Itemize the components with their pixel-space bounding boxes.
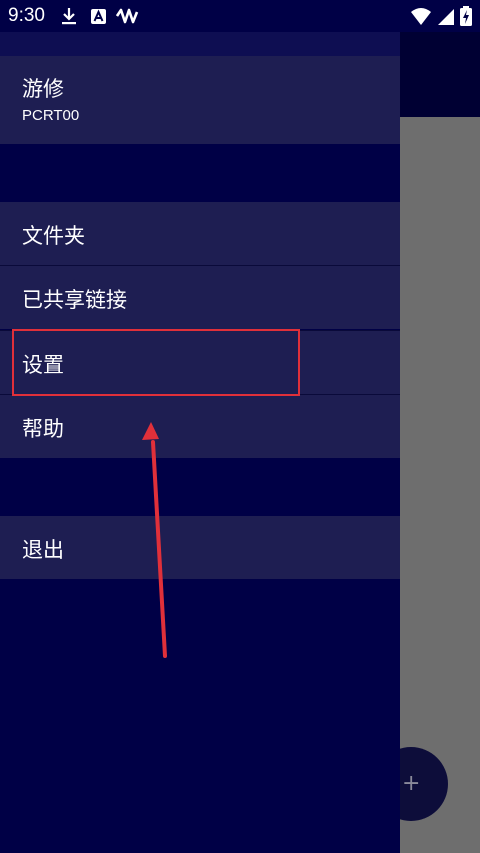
plus-icon: + bbox=[402, 771, 421, 796]
navigation-drawer: 游修 PCRT00 文件夹 已共享链接 设置 帮助 退出 bbox=[0, 32, 400, 853]
app-toolbar bbox=[400, 32, 480, 117]
menu-item-label: 文件夹 bbox=[22, 224, 85, 248]
download-icon bbox=[62, 8, 76, 25]
account-name: 游修 bbox=[22, 77, 64, 101]
menu-item-help[interactable]: 帮助 bbox=[0, 395, 400, 458]
activity-icon bbox=[116, 8, 139, 24]
menu-item-label: 已共享链接 bbox=[22, 288, 127, 312]
status-time: 9:30 bbox=[8, 5, 45, 26]
highlight-box bbox=[12, 329, 300, 396]
account-id: PCRT00 bbox=[22, 107, 80, 124]
account-header[interactable]: 游修 PCRT00 bbox=[0, 56, 400, 144]
menu-item-shared-links[interactable]: 已共享链接 bbox=[0, 266, 400, 329]
battery-charging-icon bbox=[460, 6, 472, 26]
menu-item-logout[interactable]: 退出 bbox=[0, 516, 400, 579]
app-content-scrim[interactable] bbox=[400, 117, 480, 853]
menu-item-label: 帮助 bbox=[22, 417, 64, 441]
wifi-icon bbox=[411, 8, 431, 25]
a-badge-icon bbox=[91, 9, 106, 24]
menu-item-folders[interactable]: 文件夹 bbox=[0, 202, 400, 265]
screen: 9:30 + 游修 PCRT00 文件夹 已共享链接 设置 帮助 退出 bbox=[0, 0, 480, 853]
cell-signal-icon bbox=[438, 9, 454, 25]
drawer-top-strip bbox=[0, 32, 400, 56]
menu-item-label: 退出 bbox=[22, 538, 64, 562]
status-bar: 9:30 bbox=[0, 0, 480, 32]
